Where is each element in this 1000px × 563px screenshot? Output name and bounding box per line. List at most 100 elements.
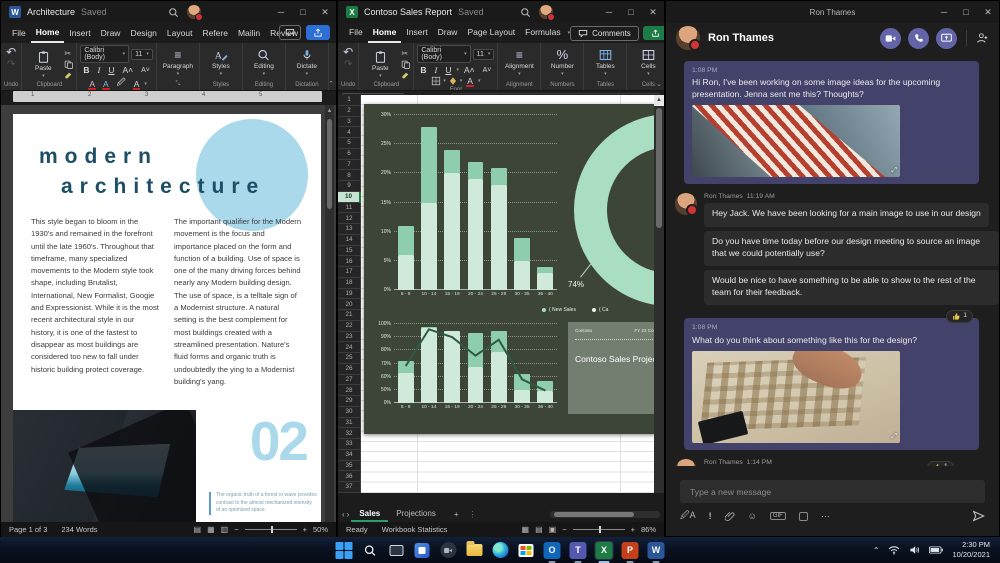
reaction-badge[interactable]: 1: [946, 310, 973, 323]
message-bubble[interactable]: 1:08 PM1What do you think about somethin…: [684, 318, 979, 450]
row-header-8[interactable]: 8: [338, 170, 361, 181]
screen-share-button[interactable]: [936, 28, 957, 49]
message-bubble[interactable]: Do you have time today before our design…: [704, 231, 999, 266]
fill-color-icon[interactable]: [448, 76, 458, 86]
undo-icon[interactable]: ↶: [6, 45, 16, 59]
row-header-5[interactable]: 5: [338, 138, 361, 149]
copy-icon[interactable]: [401, 60, 410, 69]
alignment-button[interactable]: ≡Alignment▾: [501, 45, 537, 77]
battery-icon[interactable]: [929, 546, 943, 554]
cut-icon[interactable]: ✂: [401, 49, 410, 58]
edge-taskbar-icon[interactable]: [491, 541, 510, 560]
cut-icon[interactable]: ✂: [64, 49, 73, 58]
powerpoint-taskbar-icon[interactable]: P: [621, 541, 640, 560]
paste-button[interactable]: Paste▾: [362, 45, 398, 80]
zoom-level[interactable]: 86%: [641, 525, 656, 534]
redo-icon[interactable]: ↷: [344, 59, 352, 70]
sticker-icon[interactable]: [799, 512, 808, 521]
document-page[interactable]: modern architecture This style began to …: [13, 114, 321, 522]
collapse-ribbon-icon[interactable]: ⌃: [328, 80, 334, 88]
row-header-27[interactable]: 27: [338, 375, 361, 386]
add-person-icon[interactable]: [976, 32, 989, 44]
message-bubble[interactable]: Hey Jack. We have been looking for a mai…: [704, 203, 989, 227]
tab-home[interactable]: Home: [31, 23, 65, 43]
audio-call-button[interactable]: [908, 28, 929, 49]
sender-avatar[interactable]: [675, 193, 697, 215]
building-image-attachment[interactable]: ⤢: [692, 105, 900, 177]
search-icon[interactable]: [520, 7, 531, 18]
row-header-20[interactable]: 20: [338, 299, 361, 310]
zoom-slider[interactable]: [245, 529, 297, 530]
file-explorer-taskbar-icon[interactable]: [465, 541, 484, 560]
row-header-25[interactable]: 25: [338, 353, 361, 364]
format-icon[interactable]: 🖉A: [680, 508, 696, 524]
maximize-button[interactable]: □: [292, 1, 314, 23]
expand-image-icon[interactable]: ⤢: [891, 432, 897, 441]
widgets-taskbar-icon[interactable]: [413, 541, 432, 560]
user-avatar[interactable]: [187, 5, 201, 19]
tab-file[interactable]: File: [7, 24, 31, 42]
font-color-icon[interactable]: A: [131, 79, 143, 89]
sender-avatar[interactable]: [675, 459, 697, 466]
outlook-taskbar-icon[interactable]: O: [543, 541, 562, 560]
row-header-4[interactable]: 4: [338, 127, 361, 138]
reaction-badge[interactable]: 1: [927, 461, 954, 466]
workbook-statistics[interactable]: Workbook Statistics: [382, 525, 448, 534]
underline-button[interactable]: U: [105, 64, 117, 76]
undo-icon[interactable]: ↶: [343, 45, 353, 59]
styles-button[interactable]: A Styles▾: [203, 45, 239, 77]
minimize-button[interactable]: ─: [270, 1, 292, 23]
maximize-button[interactable]: □: [620, 1, 642, 23]
highlight-icon[interactable]: A: [100, 79, 112, 89]
dictate-button[interactable]: Dictate▾: [289, 45, 325, 77]
network-icon[interactable]: [888, 545, 900, 555]
minimize-button[interactable]: ─: [933, 1, 955, 23]
row-header-34[interactable]: 34: [338, 450, 361, 461]
excel-taskbar-icon[interactable]: X: [595, 541, 614, 560]
font-color-icon[interactable]: A: [464, 76, 476, 86]
row-header-2[interactable]: 2: [338, 106, 361, 117]
row-header-7[interactable]: 7: [338, 160, 361, 171]
font-size-select[interactable]: 11▾: [473, 49, 495, 60]
row-header-3[interactable]: 3: [338, 117, 361, 128]
sales-dashboard-chart-object[interactable]: 0%5%10%15%20%25%30%5 - 910 - 1415 - 1920…: [364, 104, 656, 434]
gif-icon[interactable]: GIF: [770, 512, 786, 520]
sheet-tab-projections[interactable]: Projections: [388, 507, 444, 522]
format-painter-icon[interactable]: [64, 71, 73, 80]
video-call-button[interactable]: [880, 28, 901, 49]
zoom-out-button[interactable]: −: [562, 525, 566, 534]
row-header-33[interactable]: 33: [338, 439, 361, 450]
bold-button[interactable]: B: [417, 64, 429, 76]
clock[interactable]: 2:30 PM 10/20/2021: [952, 540, 990, 560]
projection-slide-card[interactable]: Contoso FY 22 Company Overv Contoso Sale…: [568, 322, 656, 414]
tab-draw[interactable]: Draw: [96, 24, 126, 42]
font-name-select[interactable]: Calibri (Body)▾: [417, 45, 470, 63]
search-taskbar-icon[interactable]: [361, 541, 380, 560]
page-break-view-icon[interactable]: ▣: [549, 525, 557, 534]
importance-icon[interactable]: !: [709, 511, 712, 521]
row-header-6[interactable]: 6: [338, 149, 361, 160]
editing-button[interactable]: Editing▾: [246, 45, 282, 77]
more-compose-options-icon[interactable]: ⋯: [821, 511, 830, 522]
row-header-12[interactable]: 12: [338, 213, 361, 224]
word-taskbar-icon[interactable]: W: [647, 541, 666, 560]
task-view-taskbar-icon[interactable]: [387, 541, 406, 560]
print-layout-icon[interactable]: ▦: [207, 525, 215, 534]
excel-vertical-scrollbar[interactable]: ▲: [654, 95, 664, 493]
tab-refere[interactable]: Refere: [197, 24, 233, 42]
redo-icon[interactable]: ↷: [7, 59, 15, 70]
contact-avatar[interactable]: [676, 26, 700, 50]
row-header-14[interactable]: 14: [338, 235, 361, 246]
zoom-in-button[interactable]: +: [303, 525, 307, 534]
row-header-28[interactable]: 28: [338, 385, 361, 396]
message-bubble[interactable]: 1:08 PMHi Ron, I've been working on some…: [684, 61, 979, 184]
paste-button[interactable]: Paste▾: [25, 45, 61, 80]
close-button[interactable]: ✕: [977, 1, 999, 23]
row-header-1[interactable]: 1: [338, 95, 361, 106]
row-header-9[interactable]: 9: [338, 181, 361, 192]
normal-view-icon[interactable]: ▦: [522, 525, 530, 534]
borders-icon[interactable]: [431, 76, 441, 86]
model-image-attachment[interactable]: ⤢: [692, 351, 900, 443]
editor-button[interactable]: Editor▾: [332, 45, 336, 77]
attach-icon[interactable]: [725, 511, 735, 522]
